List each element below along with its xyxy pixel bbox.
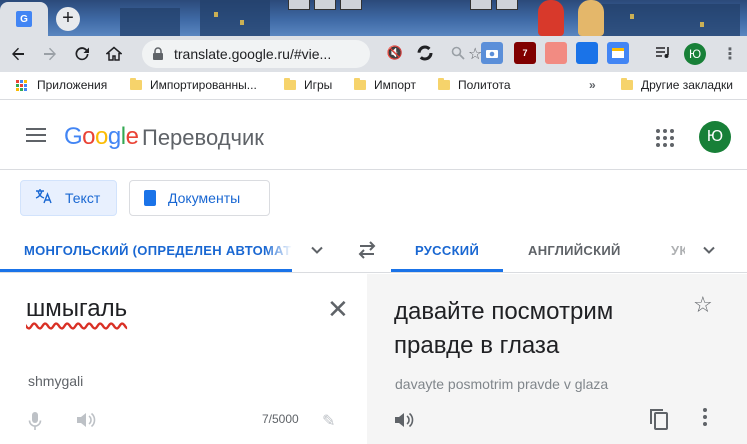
more-options-icon[interactable] xyxy=(703,408,707,426)
source-language-indicator xyxy=(0,269,292,272)
overlay-button[interactable] xyxy=(496,0,518,10)
bookmark-label: Приложения xyxy=(37,78,108,92)
bookmark-label: Другие закладки xyxy=(641,78,733,92)
ublock-icon[interactable]: 7 xyxy=(514,42,536,64)
back-icon[interactable] xyxy=(4,40,32,68)
bookmark-label: Игры xyxy=(304,78,333,92)
copy-icon[interactable] xyxy=(649,408,669,430)
extension-icon[interactable] xyxy=(545,42,567,64)
search-icon[interactable] xyxy=(447,42,469,64)
wallpaper-building xyxy=(600,4,740,36)
source-transliteration: shmygali xyxy=(28,373,84,389)
translation-text: давайте посмотрим правде в глаза xyxy=(394,298,614,359)
camera-icon[interactable] xyxy=(481,42,503,64)
bookmarks-bar: Приложения Импортированны... Игры Импорт… xyxy=(0,72,747,100)
translate-icon xyxy=(35,188,53,209)
bookmark-label: Импортированны... xyxy=(150,78,257,92)
documents-mode-button[interactable]: Документы xyxy=(129,180,270,216)
window-icon[interactable] xyxy=(607,42,629,64)
bookmark-apps[interactable]: Приложения xyxy=(16,78,107,92)
speaker-icon[interactable] xyxy=(76,411,96,429)
overlay-window-buttons xyxy=(470,0,518,10)
active-tab[interactable]: G xyxy=(0,2,48,36)
reload-icon[interactable] xyxy=(68,40,96,68)
translation-transliteration: davayte posmotrim pravde v glaza xyxy=(395,376,609,392)
save-star-icon[interactable]: ☆ xyxy=(693,292,713,318)
google-logo[interactable]: Google xyxy=(64,123,139,151)
wallpaper-window xyxy=(240,20,244,25)
bookmark-folder[interactable]: Импортированны... xyxy=(130,78,257,92)
address-text: translate.google.ru/#vie... xyxy=(174,46,332,62)
translation-pane: давайте посмотрим правде в глаза ☆ davay… xyxy=(367,274,747,444)
swap-languages-icon[interactable] xyxy=(356,240,378,260)
bookmark-other[interactable]: Другие закладки xyxy=(621,78,733,92)
overlay-button[interactable] xyxy=(288,0,310,10)
bookmark-folder[interactable]: Политота xyxy=(438,78,511,92)
mute-icon[interactable]: 🔇 xyxy=(384,42,406,64)
new-tab-button[interactable]: + xyxy=(56,7,80,31)
chevron-down-icon[interactable] xyxy=(699,240,719,260)
character-counter: 7/5000 xyxy=(262,412,299,426)
source-text-input[interactable]: шмыгаль xyxy=(26,295,127,323)
overlay-button[interactable] xyxy=(470,0,492,10)
bookmarks-overflow[interactable]: » xyxy=(589,78,596,92)
wallpaper-window xyxy=(630,14,634,19)
source-pane: шмыгаль ✕ shmygali 7/5000 ✎ xyxy=(0,274,367,444)
extension-badge: 7 xyxy=(522,48,528,58)
address-bar[interactable]: translate.google.ru/#vie... ☆ xyxy=(142,40,482,68)
pdf-icon[interactable] xyxy=(576,42,598,64)
sync-icon[interactable] xyxy=(414,42,436,64)
product-title: Переводчик xyxy=(142,125,264,150)
source-language-tab[interactable]: МОНГОЛЬСКИЙ (ОПРЕДЕЛЕН АВТОМАТИЧЕСКИ) xyxy=(24,243,292,258)
menu-icon[interactable]: ⋮ xyxy=(722,44,738,64)
bookmark-label: Импорт xyxy=(374,78,416,92)
profile-avatar[interactable]: Ю xyxy=(684,43,706,65)
browser-toolbar xyxy=(0,36,747,72)
wallpaper-building xyxy=(200,0,270,36)
wallpaper-building xyxy=(120,8,180,36)
wallpaper-character xyxy=(538,0,564,36)
microphone-icon[interactable] xyxy=(28,412,42,430)
target-language-indicator xyxy=(391,269,503,272)
google-apps-icon[interactable] xyxy=(656,129,674,147)
speaker-icon[interactable] xyxy=(394,411,414,429)
text-mode-label: Текст xyxy=(65,190,101,206)
folder-icon xyxy=(438,78,450,90)
clear-icon[interactable]: ✕ xyxy=(327,296,349,322)
overlay-button[interactable] xyxy=(314,0,336,10)
document-icon xyxy=(144,190,156,206)
text-mode-button[interactable]: Текст xyxy=(20,180,117,216)
target-language-tab-ukrainian[interactable]: УКРАИНСКИЙ xyxy=(671,243,685,258)
translate-header: Google Переводчик Ю xyxy=(0,101,747,170)
folder-icon xyxy=(130,78,142,90)
language-bar: МОНГОЛЬСКИЙ (ОПРЕДЕЛЕН АВТОМАТИЧЕСКИ) РУ… xyxy=(0,228,747,273)
google-translate-favicon: G xyxy=(16,11,32,27)
forward-icon[interactable] xyxy=(36,40,64,68)
folder-icon xyxy=(621,78,633,90)
logo-text: Google xyxy=(64,123,139,150)
wallpaper-window xyxy=(214,12,218,17)
wallpaper-character xyxy=(578,0,604,36)
wallpaper-window xyxy=(700,22,704,27)
overlay-button[interactable] xyxy=(340,0,362,10)
overlay-window-buttons xyxy=(288,0,362,10)
bookmark-label: Политота xyxy=(458,78,511,92)
apps-icon xyxy=(16,79,27,91)
tab-strip: G + xyxy=(0,0,747,36)
home-icon[interactable] xyxy=(100,40,128,68)
documents-mode-label: Документы xyxy=(168,190,241,206)
edit-pencil-icon[interactable]: ✎ xyxy=(322,411,335,431)
bookmark-folder[interactable]: Игры xyxy=(284,78,332,92)
folder-icon xyxy=(354,78,366,90)
target-language-tab-russian[interactable]: РУССКИЙ xyxy=(415,243,479,258)
lock-icon[interactable] xyxy=(152,47,164,61)
chevron-down-icon[interactable] xyxy=(307,240,327,260)
media-icon[interactable] xyxy=(652,42,674,64)
target-language-tab-english[interactable]: АНГЛИЙСКИЙ xyxy=(528,243,621,258)
folder-icon xyxy=(284,78,296,90)
account-avatar[interactable]: Ю xyxy=(699,121,731,153)
main-menu-icon[interactable] xyxy=(26,128,46,142)
bookmark-folder[interactable]: Импорт xyxy=(354,78,416,92)
